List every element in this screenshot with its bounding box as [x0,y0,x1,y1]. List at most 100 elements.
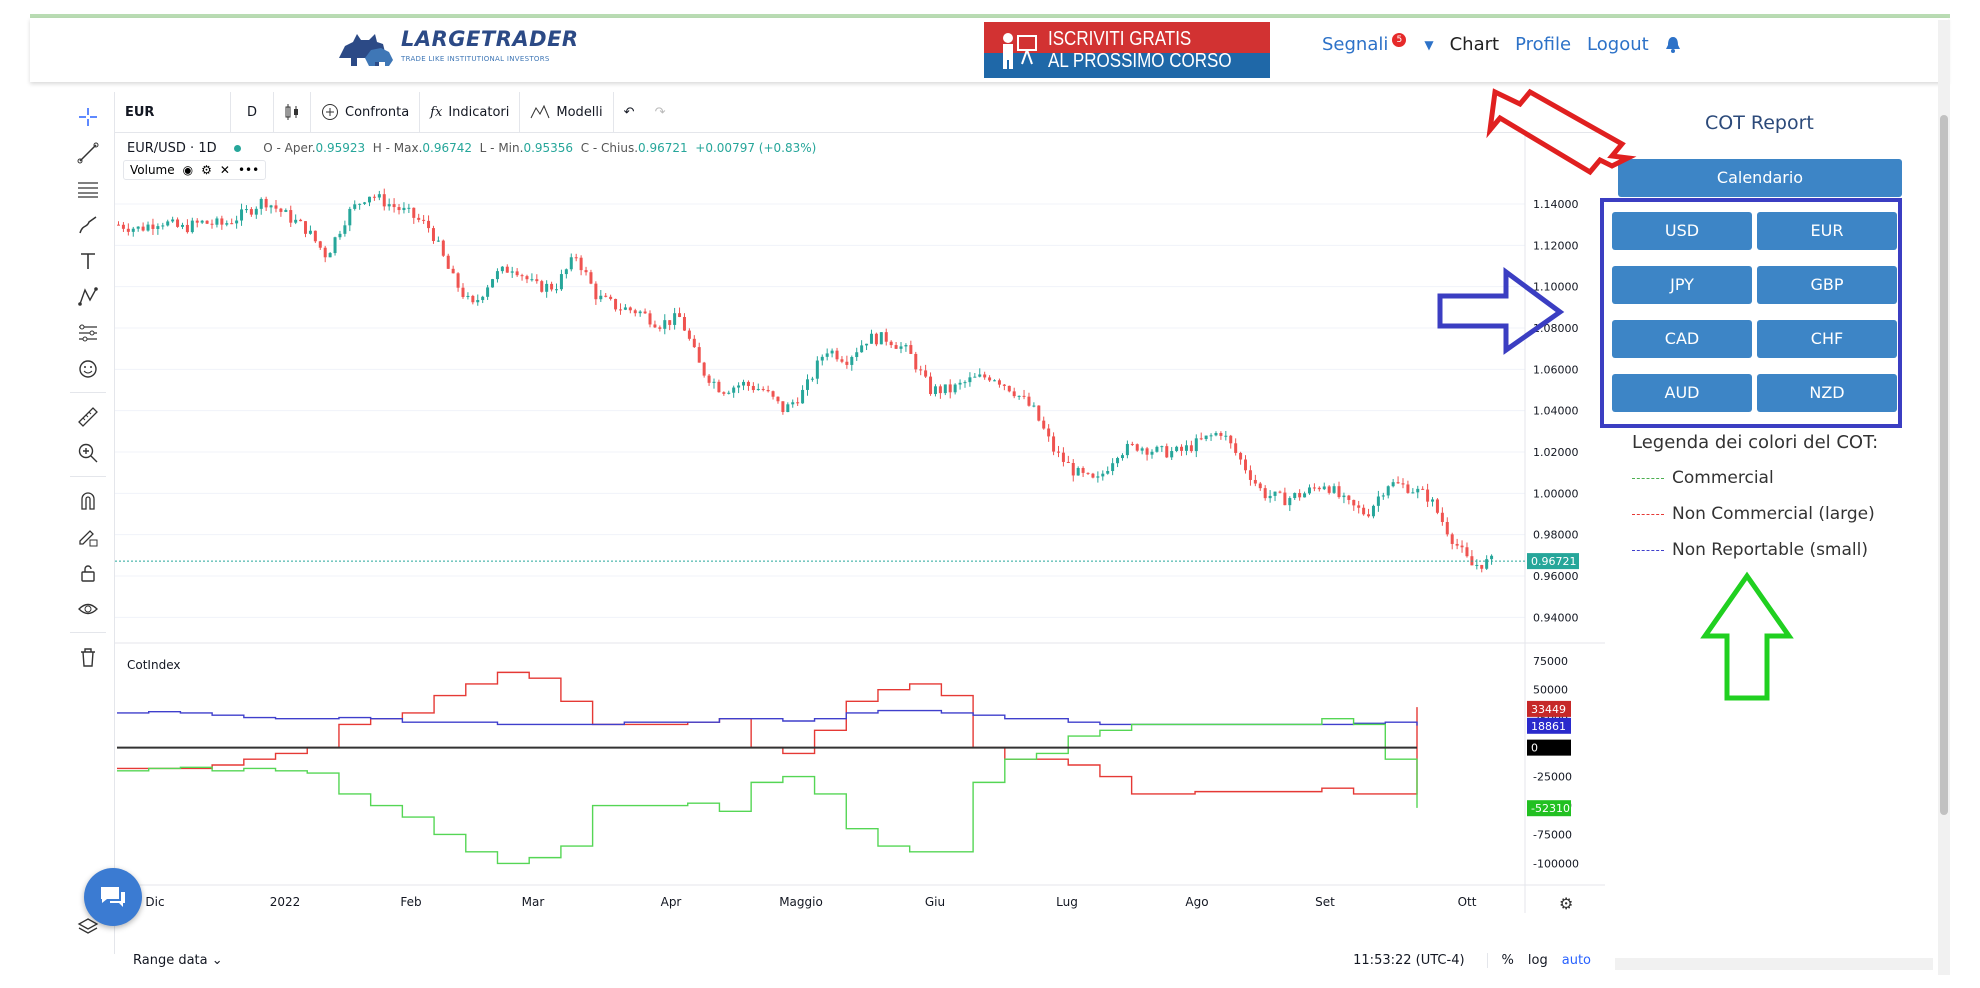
logo-tagline: TRADE LIKE INSTITUTIONAL INVESTORS [401,55,550,63]
candle [1347,495,1351,500]
chat-button[interactable] [84,868,142,926]
volume-legend[interactable]: Volume ◉ ⚙ ✕ ••• [123,160,267,180]
text-icon[interactable] [75,248,101,274]
undo-button[interactable]: ↶ [614,92,645,132]
candle [1258,483,1262,489]
candle [1007,385,1011,392]
scrollbar-thumb[interactable] [1940,115,1948,815]
price-tick-label: 1.10000 [1533,281,1579,294]
trend-line-icon[interactable] [75,140,101,166]
crosshair-icon[interactable] [75,104,101,130]
price-tick-label: 1.02000 [1533,446,1579,459]
chart-area[interactable]: 1.14000 1.12000 1.10000 1.08000 1.06000 1.040… [115,133,1605,913]
templates-button[interactable]: Modelli [520,92,614,132]
trash-icon[interactable] [75,644,101,670]
candle [618,309,622,311]
candle [727,392,731,394]
zoom-in-icon[interactable] [75,440,101,466]
course-banner[interactable]: ISCRIVITI GRATIS AL PROSSIMO CORSO [984,22,1270,78]
bell-icon[interactable] [1665,36,1681,54]
eye-icon[interactable]: ◉ [183,163,193,177]
price-tick-label: 0.94000 [1533,611,1579,624]
currency-button-eur[interactable]: EUR [1757,212,1897,250]
currency-button-gbp[interactable]: GBP [1757,266,1897,304]
range-date-button[interactable]: Range data ⌄ [133,953,223,968]
candle [1317,487,1321,490]
candle [550,283,554,290]
settings-icon: ⚙ [1559,894,1573,913]
more-icon[interactable]: ••• [238,163,259,177]
percent-toggle[interactable]: % [1486,952,1514,968]
candle [1371,505,1375,517]
ruler-icon[interactable] [75,404,101,430]
candle [1076,468,1080,476]
candle [594,283,598,300]
nav-segnali[interactable]: Segnali 5 [1322,33,1407,55]
horizontal-lines-icon[interactable] [75,176,101,202]
emoji-icon[interactable] [75,356,101,382]
candle [215,218,219,225]
candle [702,362,706,376]
interval-select[interactable]: D [231,92,274,132]
candle [845,361,849,365]
lock-pencil-icon[interactable] [75,524,101,550]
log-toggle[interactable]: log [1528,953,1548,968]
candle [195,220,199,223]
candle [308,230,312,234]
currency-button-jpy[interactable]: JPY [1612,266,1752,304]
pattern-icon[interactable] [75,284,101,310]
largetrader-logo[interactable]: LARGETRADER TRADE LIKE INSTITUTIONAL INV… [335,26,579,72]
auto-toggle[interactable]: auto [1562,953,1591,968]
candle [171,219,175,222]
horizontal-scrollbar[interactable] [1615,958,1933,970]
gear-icon[interactable]: ⚙ [201,163,212,177]
nav-chart[interactable]: Chart [1450,34,1499,55]
candle [1248,470,1252,480]
candle [402,207,406,211]
chart-bottom-bar: Range data ⌄ 11:53:22 (UTC-4) % log auto [115,945,1605,975]
nav-profile[interactable]: Profile [1515,34,1571,55]
candle [973,376,977,378]
function-icon: fx [430,104,443,120]
candle [1440,512,1444,522]
candle [1342,495,1346,498]
drawing-toolbar [62,92,115,954]
nav-logout[interactable]: Logout [1587,34,1649,55]
compare-button[interactable]: Confronta [311,92,421,132]
candle [884,332,888,342]
currency-button-nzd[interactable]: NZD [1757,374,1897,412]
close-icon[interactable]: ✕ [220,163,230,177]
price-chart[interactable]: 1.14000 1.12000 1.10000 1.08000 1.06000 1.040… [115,133,1605,913]
currency-button-aud[interactable]: AUD [1612,374,1752,412]
candle [545,283,549,292]
currency-button-cad[interactable]: CAD [1612,320,1752,358]
chevron-down-icon[interactable]: ▼ [1424,38,1433,52]
candle [1421,488,1425,490]
forecast-icon[interactable] [75,320,101,346]
candle [363,202,367,204]
lock-icon[interactable] [75,560,101,586]
price-tick-label: 1.12000 [1533,239,1579,252]
candle [313,230,317,242]
candle [1431,499,1435,502]
candle [151,224,155,229]
eye-icon[interactable] [75,596,101,622]
candle-style-icon[interactable] [274,92,311,132]
candle [1298,493,1302,498]
indicators-button[interactable]: fx Indicatori [420,92,521,132]
brush-icon[interactable] [75,212,101,238]
currency-button-chf[interactable]: CHF [1757,320,1897,358]
candle [687,330,691,339]
calendario-button[interactable]: Calendario [1618,159,1902,197]
magnet-icon[interactable] [75,488,101,514]
candle [210,223,214,225]
candle [377,194,381,198]
symbol-search[interactable]: EUR [115,92,231,132]
candle [623,307,627,310]
candle [1012,391,1016,397]
cot-tick-label: 75000 [1533,655,1568,668]
candle [943,384,947,394]
redo-button[interactable]: ↷ [645,92,676,132]
currency-button-usd[interactable]: USD [1612,212,1752,250]
candle [933,386,937,395]
